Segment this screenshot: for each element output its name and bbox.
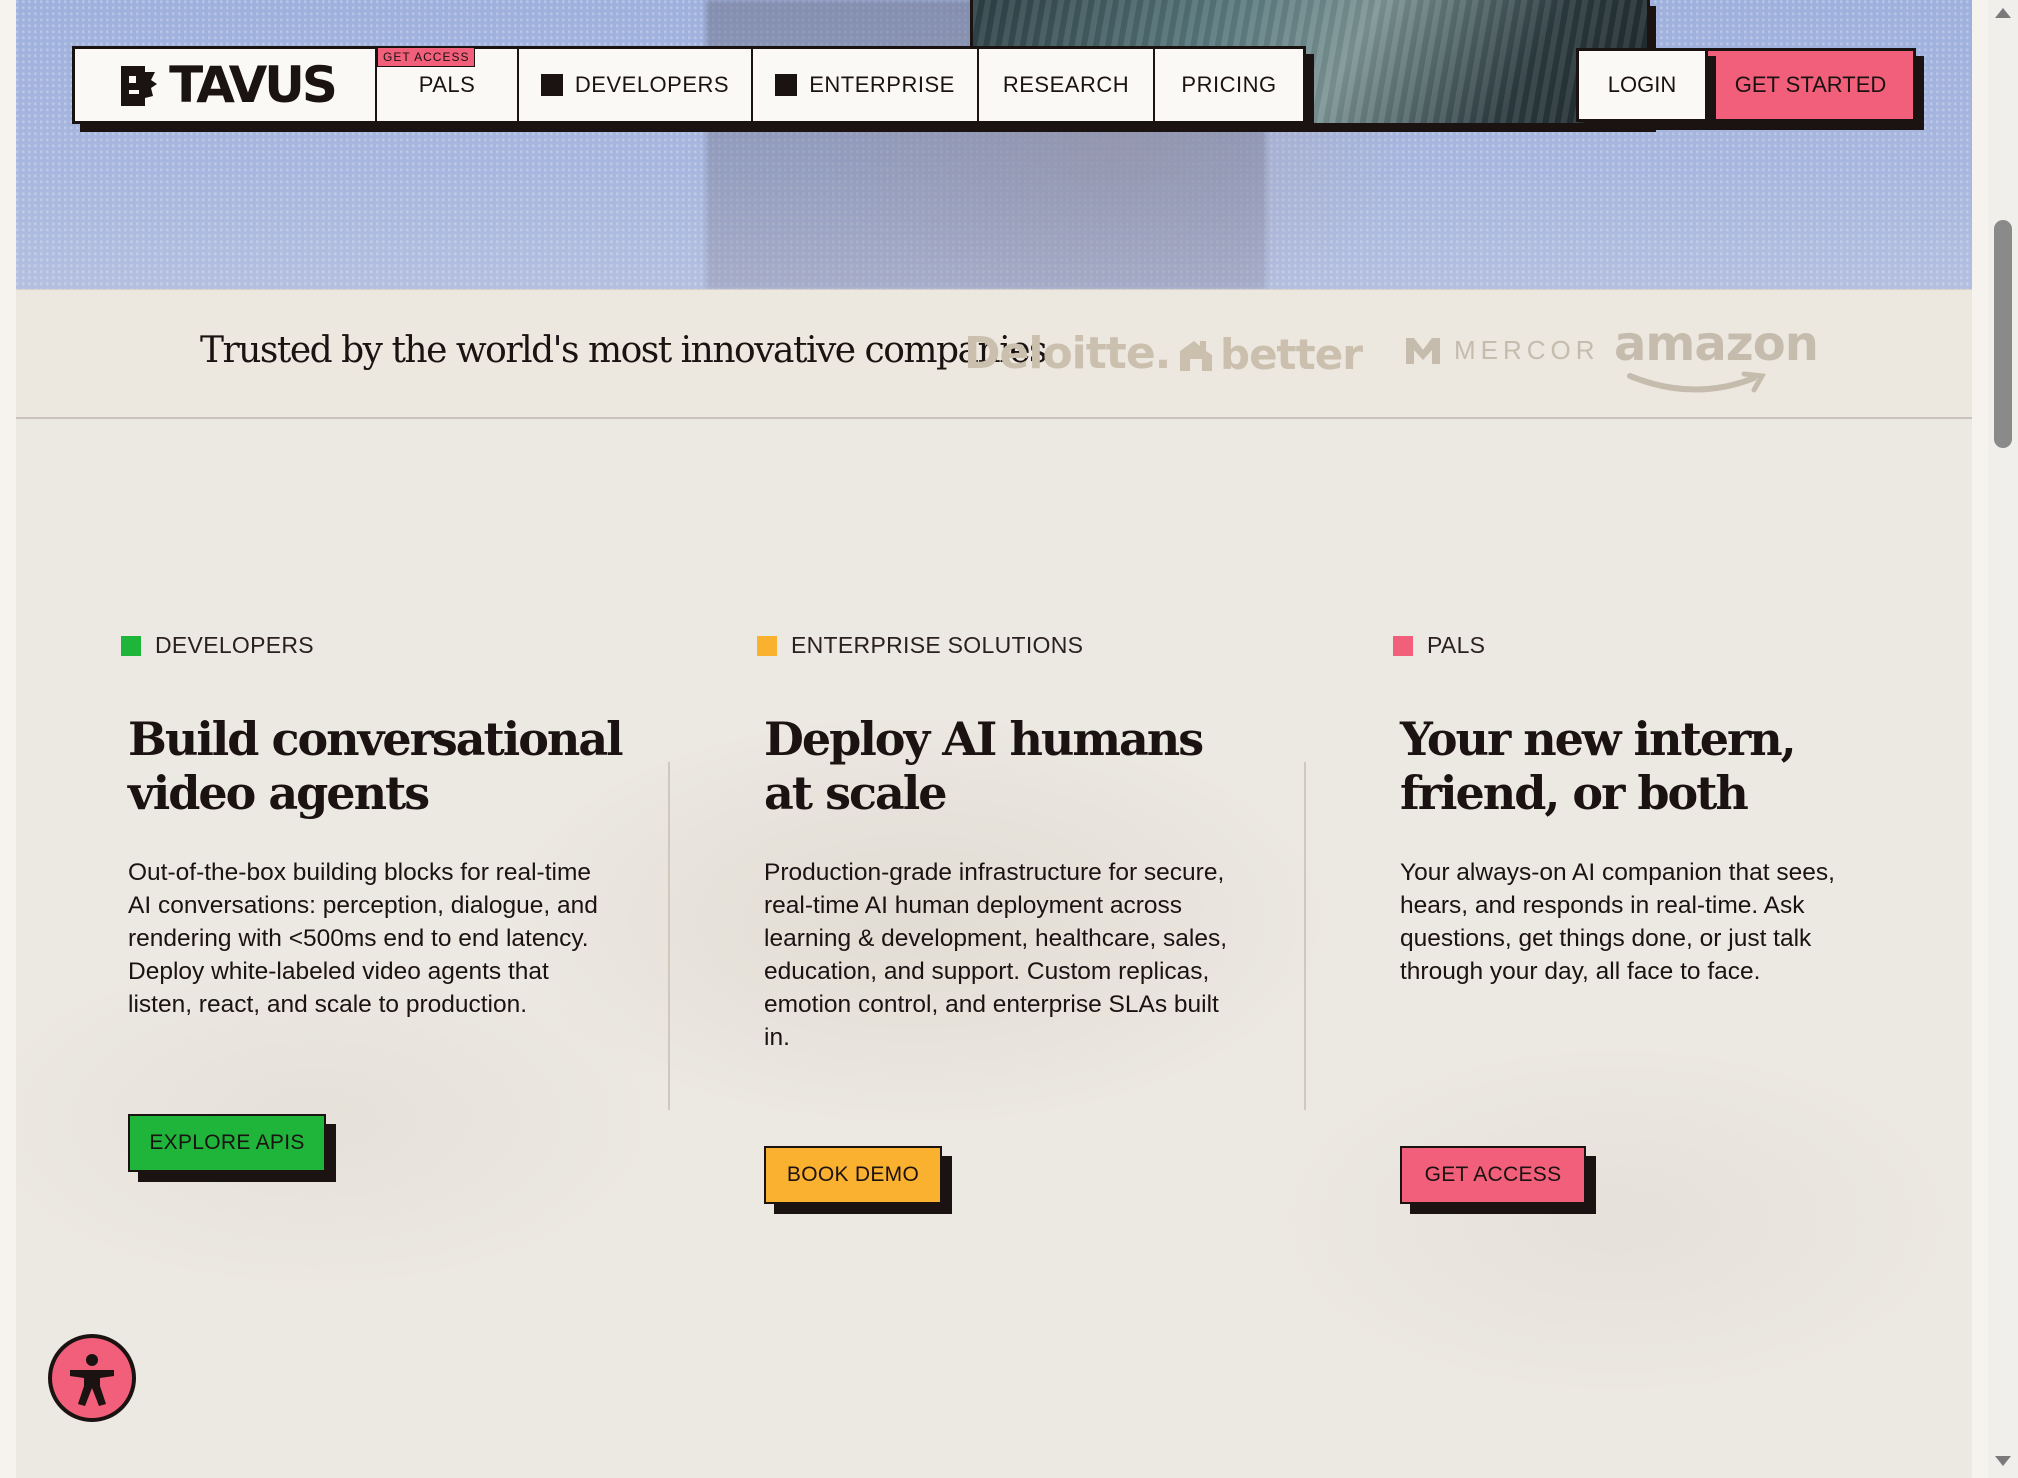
amber-square-icon <box>757 635 777 656</box>
amazon-logo: amazon <box>1614 316 1819 372</box>
nav-item-pals[interactable]: GET ACCESS PALS <box>377 47 519 121</box>
better-house-icon <box>1180 340 1212 371</box>
explore-apis-button[interactable]: EXPLORE APIS <box>128 1114 326 1172</box>
column-divider <box>668 762 670 1110</box>
login-button[interactable]: LOGIN <box>1576 48 1708 122</box>
developers-label: DEVELOPERS <box>121 632 314 659</box>
nav-item-label: ENTERPRISE <box>809 72 955 97</box>
title-line: friend, or both <box>1400 766 1749 820</box>
nav-item-pricing[interactable]: PRICING <box>1155 49 1303 121</box>
scroll-down-icon[interactable] <box>1995 1456 2011 1466</box>
enterprise-title: Deploy AI humans at scale <box>764 712 1284 820</box>
title-line: Deploy AI humans <box>764 712 1204 766</box>
better-logo-text: better <box>1220 330 1363 379</box>
logo-text: TAVUS <box>169 56 338 114</box>
better-logo: better <box>1176 330 1363 379</box>
square-icon <box>540 74 563 96</box>
page: TAVUS GET ACCESS PALS DEVELOPERS ENTERPR… <box>0 0 2018 1478</box>
logo-link[interactable]: TAVUS <box>75 49 377 121</box>
mercor-logo-text: MERCOR <box>1454 334 1600 365</box>
products-section: DEVELOPERS Build conversational video ag… <box>16 420 1972 1478</box>
pals-title: Your new intern, friend, or both <box>1400 712 1920 820</box>
vertical-scrollbar[interactable] <box>1988 0 2018 1478</box>
nav-item-developers[interactable]: DEVELOPERS <box>519 49 753 121</box>
nav-actions: LOGIN GET STARTED <box>1576 48 1916 124</box>
title-line: video agents <box>128 766 430 820</box>
enterprise-label-text: ENTERPRISE SOLUTIONS <box>791 632 1084 658</box>
accessibility-button[interactable] <box>48 1334 136 1422</box>
enterprise-body: Production-grade infrastructure for secu… <box>764 859 1228 1051</box>
mercor-m-icon <box>1406 338 1440 364</box>
mercor-logo: MERCOR <box>1404 334 1600 366</box>
get-access-button[interactable]: GET ACCESS <box>1400 1146 1586 1204</box>
amazon-smile-icon <box>1627 371 1767 393</box>
accessibility-icon <box>52 1338 132 1418</box>
deloitte-logo: Deloitte. <box>964 328 1171 379</box>
green-square-icon <box>121 635 141 656</box>
pals-label-text: PALS <box>1427 632 1486 658</box>
pink-square-icon <box>1393 635 1413 656</box>
enterprise-label: ENTERPRISE SOLUTIONS <box>757 632 1083 659</box>
trusted-heading: Trusted by the world's most innovative c… <box>200 330 1048 371</box>
square-icon <box>775 74 798 96</box>
get-started-button[interactable]: GET STARTED <box>1708 48 1916 122</box>
book-demo-button[interactable]: BOOK DEMO <box>764 1146 942 1204</box>
title-line: Build conversational <box>128 712 624 766</box>
column-divider <box>1304 762 1306 1110</box>
hero-banner <box>16 0 1972 289</box>
nav-item-research[interactable]: RESEARCH <box>979 49 1155 121</box>
right-gutter <box>1972 0 1988 1478</box>
developers-label-text: DEVELOPERS <box>155 632 314 658</box>
pals-label: PALS <box>1393 632 1485 659</box>
left-gutter <box>0 0 16 1478</box>
title-line: at scale <box>764 766 948 820</box>
nav-item-enterprise[interactable]: ENTERPRISE <box>753 49 979 121</box>
tavus-logo-icon <box>115 62 161 108</box>
developers-title: Build conversational video agents <box>128 712 648 820</box>
nav-item-label: PRICING <box>1181 72 1277 97</box>
title-line: Your new intern, <box>1400 712 1797 766</box>
nav-item-label: RESEARCH <box>1002 72 1130 97</box>
main-nav: TAVUS GET ACCESS PALS DEVELOPERS ENTERPR… <box>72 46 1306 124</box>
scroll-thumb[interactable] <box>1994 220 2012 448</box>
get-access-badge: GET ACCESS <box>377 47 476 67</box>
developers-body: Out-of-the-box building blocks for real-… <box>128 859 598 1018</box>
pals-body: Your always-on AI companion that sees, h… <box>1400 859 1835 985</box>
trusted-by-strip: Trusted by the world's most innovative c… <box>16 289 1972 419</box>
nav-item-label: DEVELOPERS <box>574 72 730 97</box>
nav-item-label: PALS <box>418 72 476 97</box>
scroll-up-icon[interactable] <box>1995 8 2011 18</box>
